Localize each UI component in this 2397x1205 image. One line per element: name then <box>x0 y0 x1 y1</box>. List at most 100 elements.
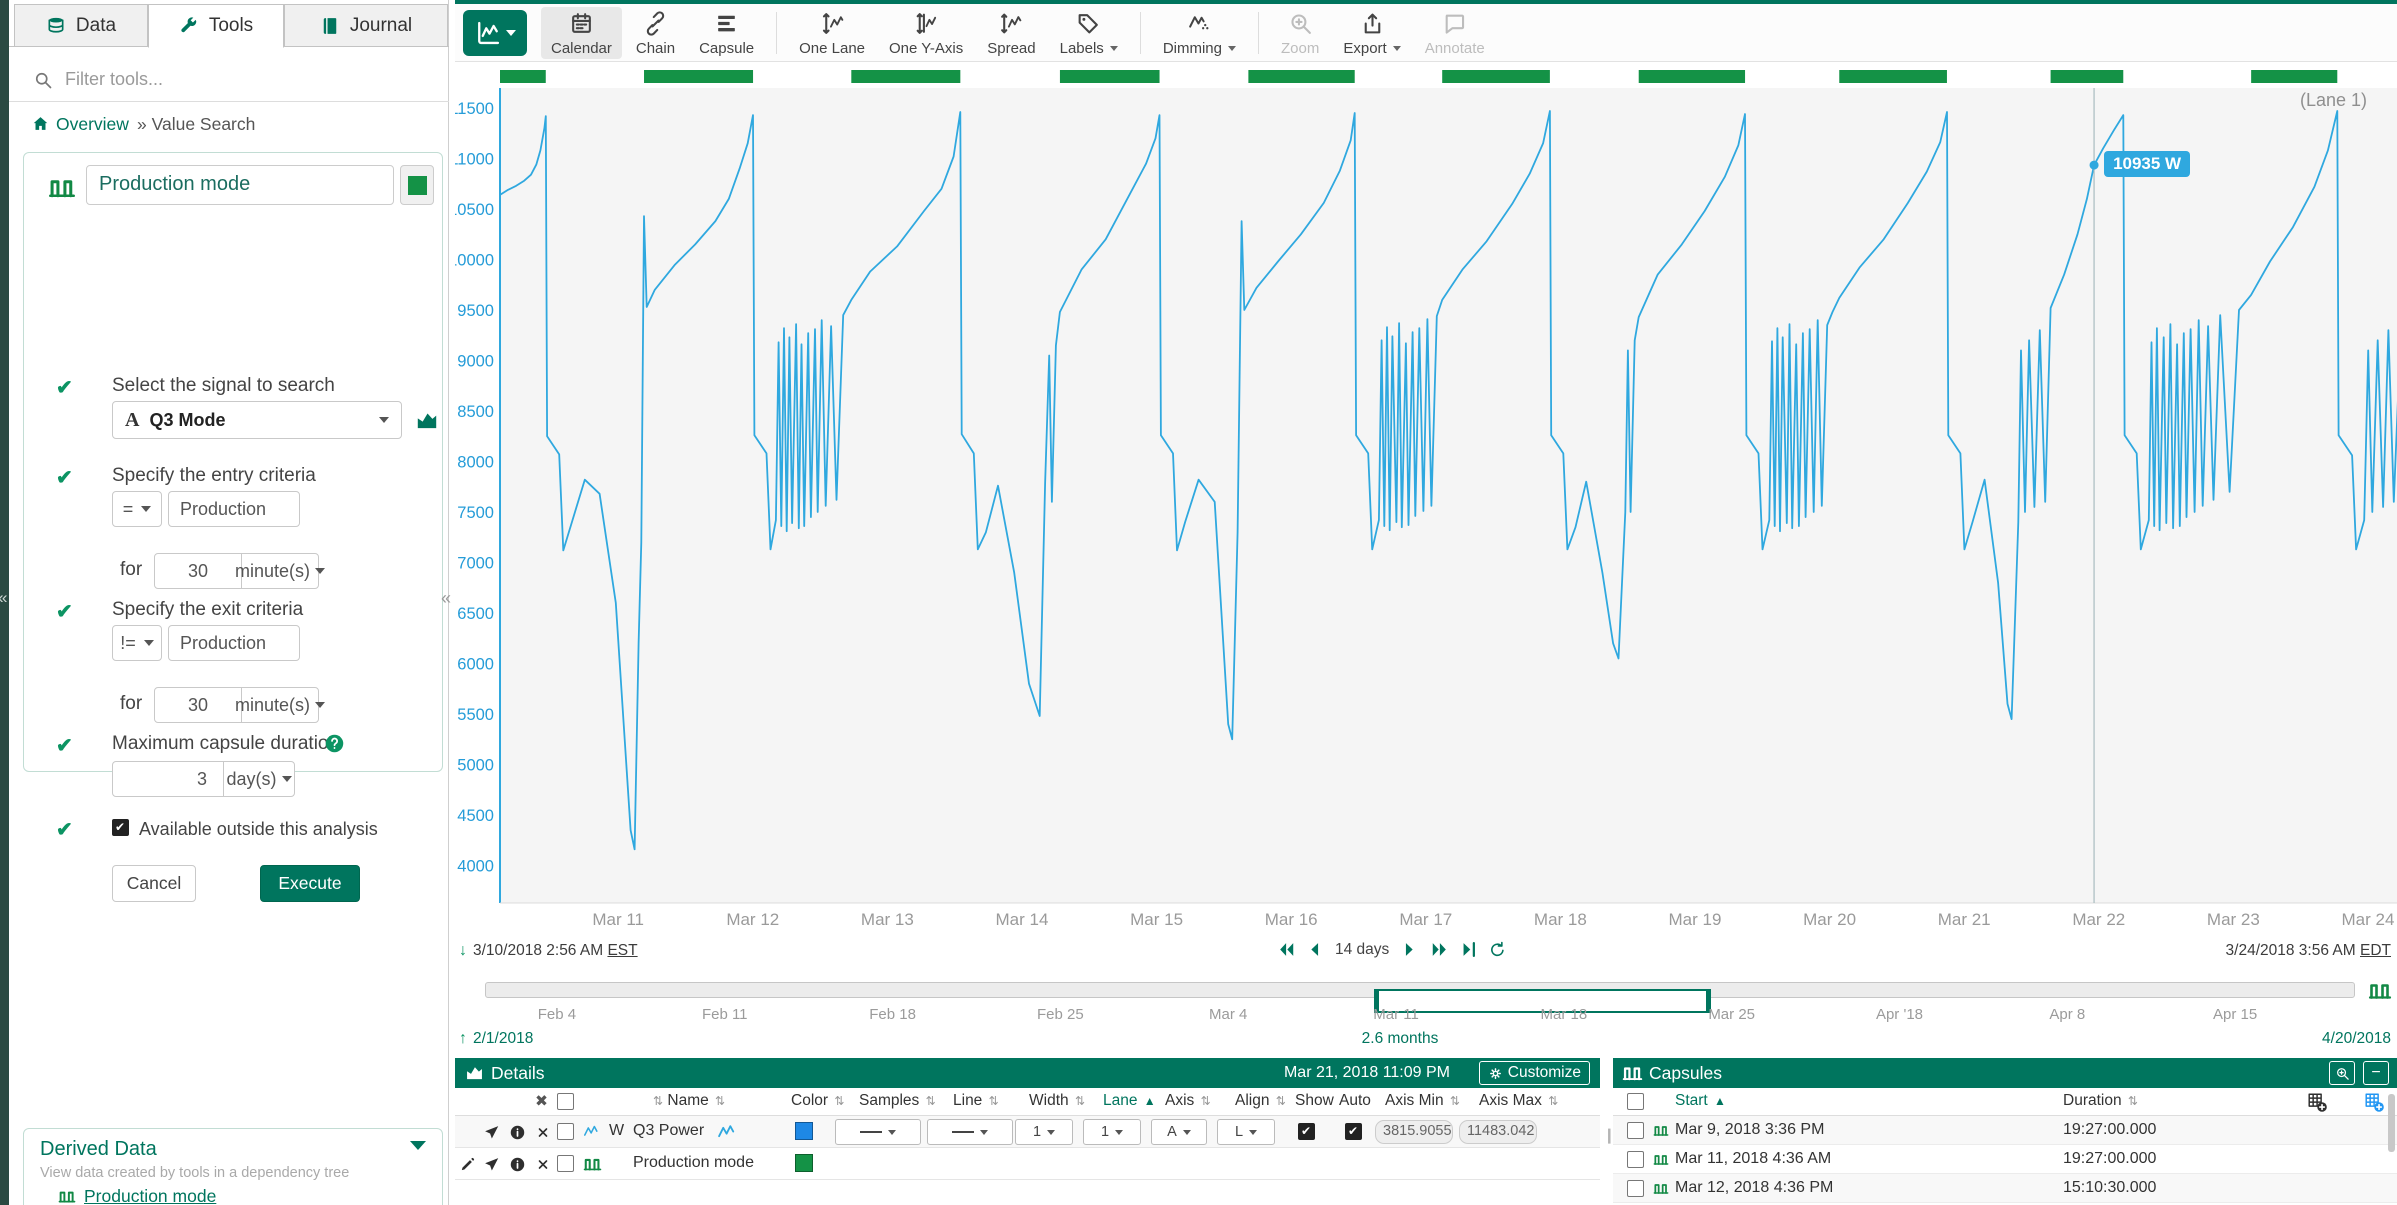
capsule-bar[interactable] <box>1839 70 1947 83</box>
toolbar-calendar-button[interactable]: Calendar <box>541 7 622 59</box>
step-back-icon[interactable] <box>1305 940 1324 959</box>
signal-select[interactable]: A Q3 Mode <box>112 401 402 439</box>
collapse-sidebar-icon[interactable]: « <box>441 588 451 609</box>
samples-select[interactable] <box>835 1119 921 1145</box>
entry-unit-select[interactable]: minute(s) <box>241 553 319 589</box>
available-outside-checkbox[interactable] <box>112 819 129 836</box>
range-duration-label[interactable]: 14 days <box>1335 941 1389 959</box>
entry-duration-input[interactable]: 30 <box>154 553 242 589</box>
details-row-q3-power[interactable]: W Q3 Power 1 1 A L 3815.9055 11483.042 <box>455 1116 1600 1148</box>
capsule-time-icon[interactable] <box>2368 978 2392 1002</box>
send-icon[interactable] <box>483 1156 500 1173</box>
show-checkbox[interactable] <box>1298 1123 1315 1140</box>
max-duration-unit-select[interactable]: day(s) <box>223 761 295 797</box>
col-lane[interactable]: Lane ▲ <box>1103 1092 1156 1110</box>
step-back-fast-icon[interactable] <box>1277 940 1296 959</box>
remove-all-column[interactable]: ✖ <box>535 1092 548 1111</box>
exit-operator-select[interactable]: != <box>112 625 162 661</box>
capsule-checkbox[interactable] <box>1627 1180 1644 1197</box>
step-forward-fast-icon[interactable] <box>1428 940 1451 959</box>
col-duration[interactable]: Duration ⇅ <box>2063 1092 2138 1110</box>
capsule-bar[interactable] <box>1442 70 1550 83</box>
trend-chart[interactable]: 1150011000105001000095009000850080007500… <box>455 62 2397 935</box>
align-select[interactable]: L <box>1217 1119 1275 1145</box>
add-column-icon[interactable] <box>2306 1091 2328 1113</box>
axis-min-input[interactable]: 3815.9055 <box>1375 1120 1453 1144</box>
capsules-collapse-button[interactable]: − <box>2363 1061 2389 1085</box>
capsule-row[interactable]: Mar 12, 2018 4:36 PM15:10:30.000 <box>1613 1174 2397 1203</box>
col-line[interactable]: Line ⇅ <box>953 1092 999 1110</box>
view-selector-button[interactable] <box>463 10 527 56</box>
capsule-checkbox[interactable] <box>1627 1122 1644 1139</box>
details-row-production-mode[interactable]: Production mode <box>455 1148 1600 1180</box>
capsule-row[interactable]: Mar 11, 2018 4:36 AM19:27:00.000 <box>1613 1145 2397 1174</box>
series-color-swatch[interactable] <box>795 1122 813 1140</box>
col-axis-max[interactable]: Axis Max ⇅ <box>1479 1092 1558 1110</box>
investigate-start-label[interactable]: ↑2/1/2018 <box>459 1030 533 1048</box>
remove-icon[interactable] <box>536 1156 550 1173</box>
customize-button[interactable]: Customize <box>1479 1061 1590 1085</box>
width-select[interactable]: 1 <box>1015 1119 1073 1145</box>
col-color[interactable]: Color ⇅ <box>791 1092 844 1110</box>
investigate-end-label[interactable]: 4/20/2018 <box>2322 1030 2391 1048</box>
range-end-label[interactable]: 3/24/2018 3:56 AM EDT <box>2226 942 2391 960</box>
capsule-bar[interactable] <box>500 70 546 83</box>
col-name[interactable]: ⇅ Name ⇅ <box>651 1092 725 1110</box>
toolbar-chain-button[interactable]: Chain <box>626 7 685 59</box>
col-width[interactable]: Width ⇅ <box>1029 1092 1085 1110</box>
tool-name-input[interactable]: Production mode <box>86 165 394 205</box>
tab-tools[interactable]: Tools <box>148 4 284 48</box>
capsule-bar[interactable] <box>2051 70 2124 83</box>
col-axis-min[interactable]: Axis Min ⇅ <box>1385 1092 1460 1110</box>
select-all-checkbox[interactable] <box>557 1093 574 1110</box>
statistics-icon[interactable] <box>717 1122 737 1142</box>
auto-update-icon[interactable] <box>1488 940 1507 959</box>
capsule-bar[interactable] <box>1639 70 1745 83</box>
max-duration-input[interactable]: 3 <box>112 761 224 797</box>
info-icon[interactable] <box>509 1156 526 1173</box>
panel-splitter[interactable]: ❙❙ <box>1600 1088 1613 1205</box>
row-checkbox[interactable] <box>557 1123 574 1140</box>
toolbar-export-button[interactable]: Export <box>1333 7 1410 59</box>
home-icon[interactable] <box>31 114 50 133</box>
axis-select[interactable]: A <box>1151 1119 1207 1145</box>
capsule-bar[interactable] <box>1060 70 1160 83</box>
collapse-left-rail-icon[interactable]: « <box>0 588 7 608</box>
toolbar-one-y-axis-button[interactable]: One Y-Axis <box>879 7 973 59</box>
breadcrumb-overview-link[interactable]: Overview <box>56 114 129 135</box>
row-checkbox[interactable] <box>557 1155 574 1172</box>
auto-checkbox[interactable] <box>1345 1123 1362 1140</box>
capsule-checkbox[interactable] <box>1627 1151 1644 1168</box>
exit-duration-input[interactable]: 30 <box>154 687 242 723</box>
entry-operator-select[interactable]: = <box>112 491 162 527</box>
capsule-bar[interactable] <box>851 70 960 83</box>
info-icon[interactable] <box>509 1124 526 1141</box>
toolbar-spread-button[interactable]: Spread <box>977 7 1045 59</box>
capsule-bar[interactable] <box>644 70 753 83</box>
select-all-capsules-checkbox[interactable] <box>1627 1093 1644 1110</box>
capsule-bar[interactable] <box>2251 70 2337 83</box>
col-axis[interactable]: Axis ⇅ <box>1165 1092 1211 1110</box>
toolbar-capsule-button[interactable]: Capsule <box>689 7 764 59</box>
send-icon[interactable] <box>483 1124 500 1141</box>
col-samples[interactable]: Samples ⇅ <box>859 1092 936 1110</box>
range-track[interactable] <box>485 982 2355 998</box>
capsule-bar[interactable] <box>1248 70 1354 83</box>
capsule-row[interactable]: Mar 9, 2018 3:36 PM19:27:00.000 <box>1613 1116 2397 1145</box>
preview-chart-icon[interactable] <box>414 407 440 433</box>
edit-icon[interactable] <box>459 1156 476 1173</box>
exit-value-input[interactable]: Production <box>168 625 300 661</box>
exit-unit-select[interactable]: minute(s) <box>241 687 319 723</box>
entry-value-input[interactable]: Production <box>168 491 300 527</box>
toolbar-labels-button[interactable]: Labels <box>1050 7 1128 59</box>
toolbar-one-lane-button[interactable]: One Lane <box>789 7 875 59</box>
capsules-zoom-button[interactable] <box>2329 1061 2355 1085</box>
add-stat-column-icon[interactable] <box>2363 1091 2385 1113</box>
lane-select[interactable]: 1 <box>1083 1119 1141 1145</box>
timezone-link[interactable]: EST <box>607 942 637 959</box>
timezone-link[interactable]: EDT <box>2360 942 2391 959</box>
col-start[interactable]: Start ▲ <box>1675 1092 1726 1110</box>
tab-journal[interactable]: Journal <box>284 4 448 47</box>
tool-color-picker[interactable] <box>400 165 434 205</box>
step-to-end-icon[interactable] <box>1460 940 1479 959</box>
